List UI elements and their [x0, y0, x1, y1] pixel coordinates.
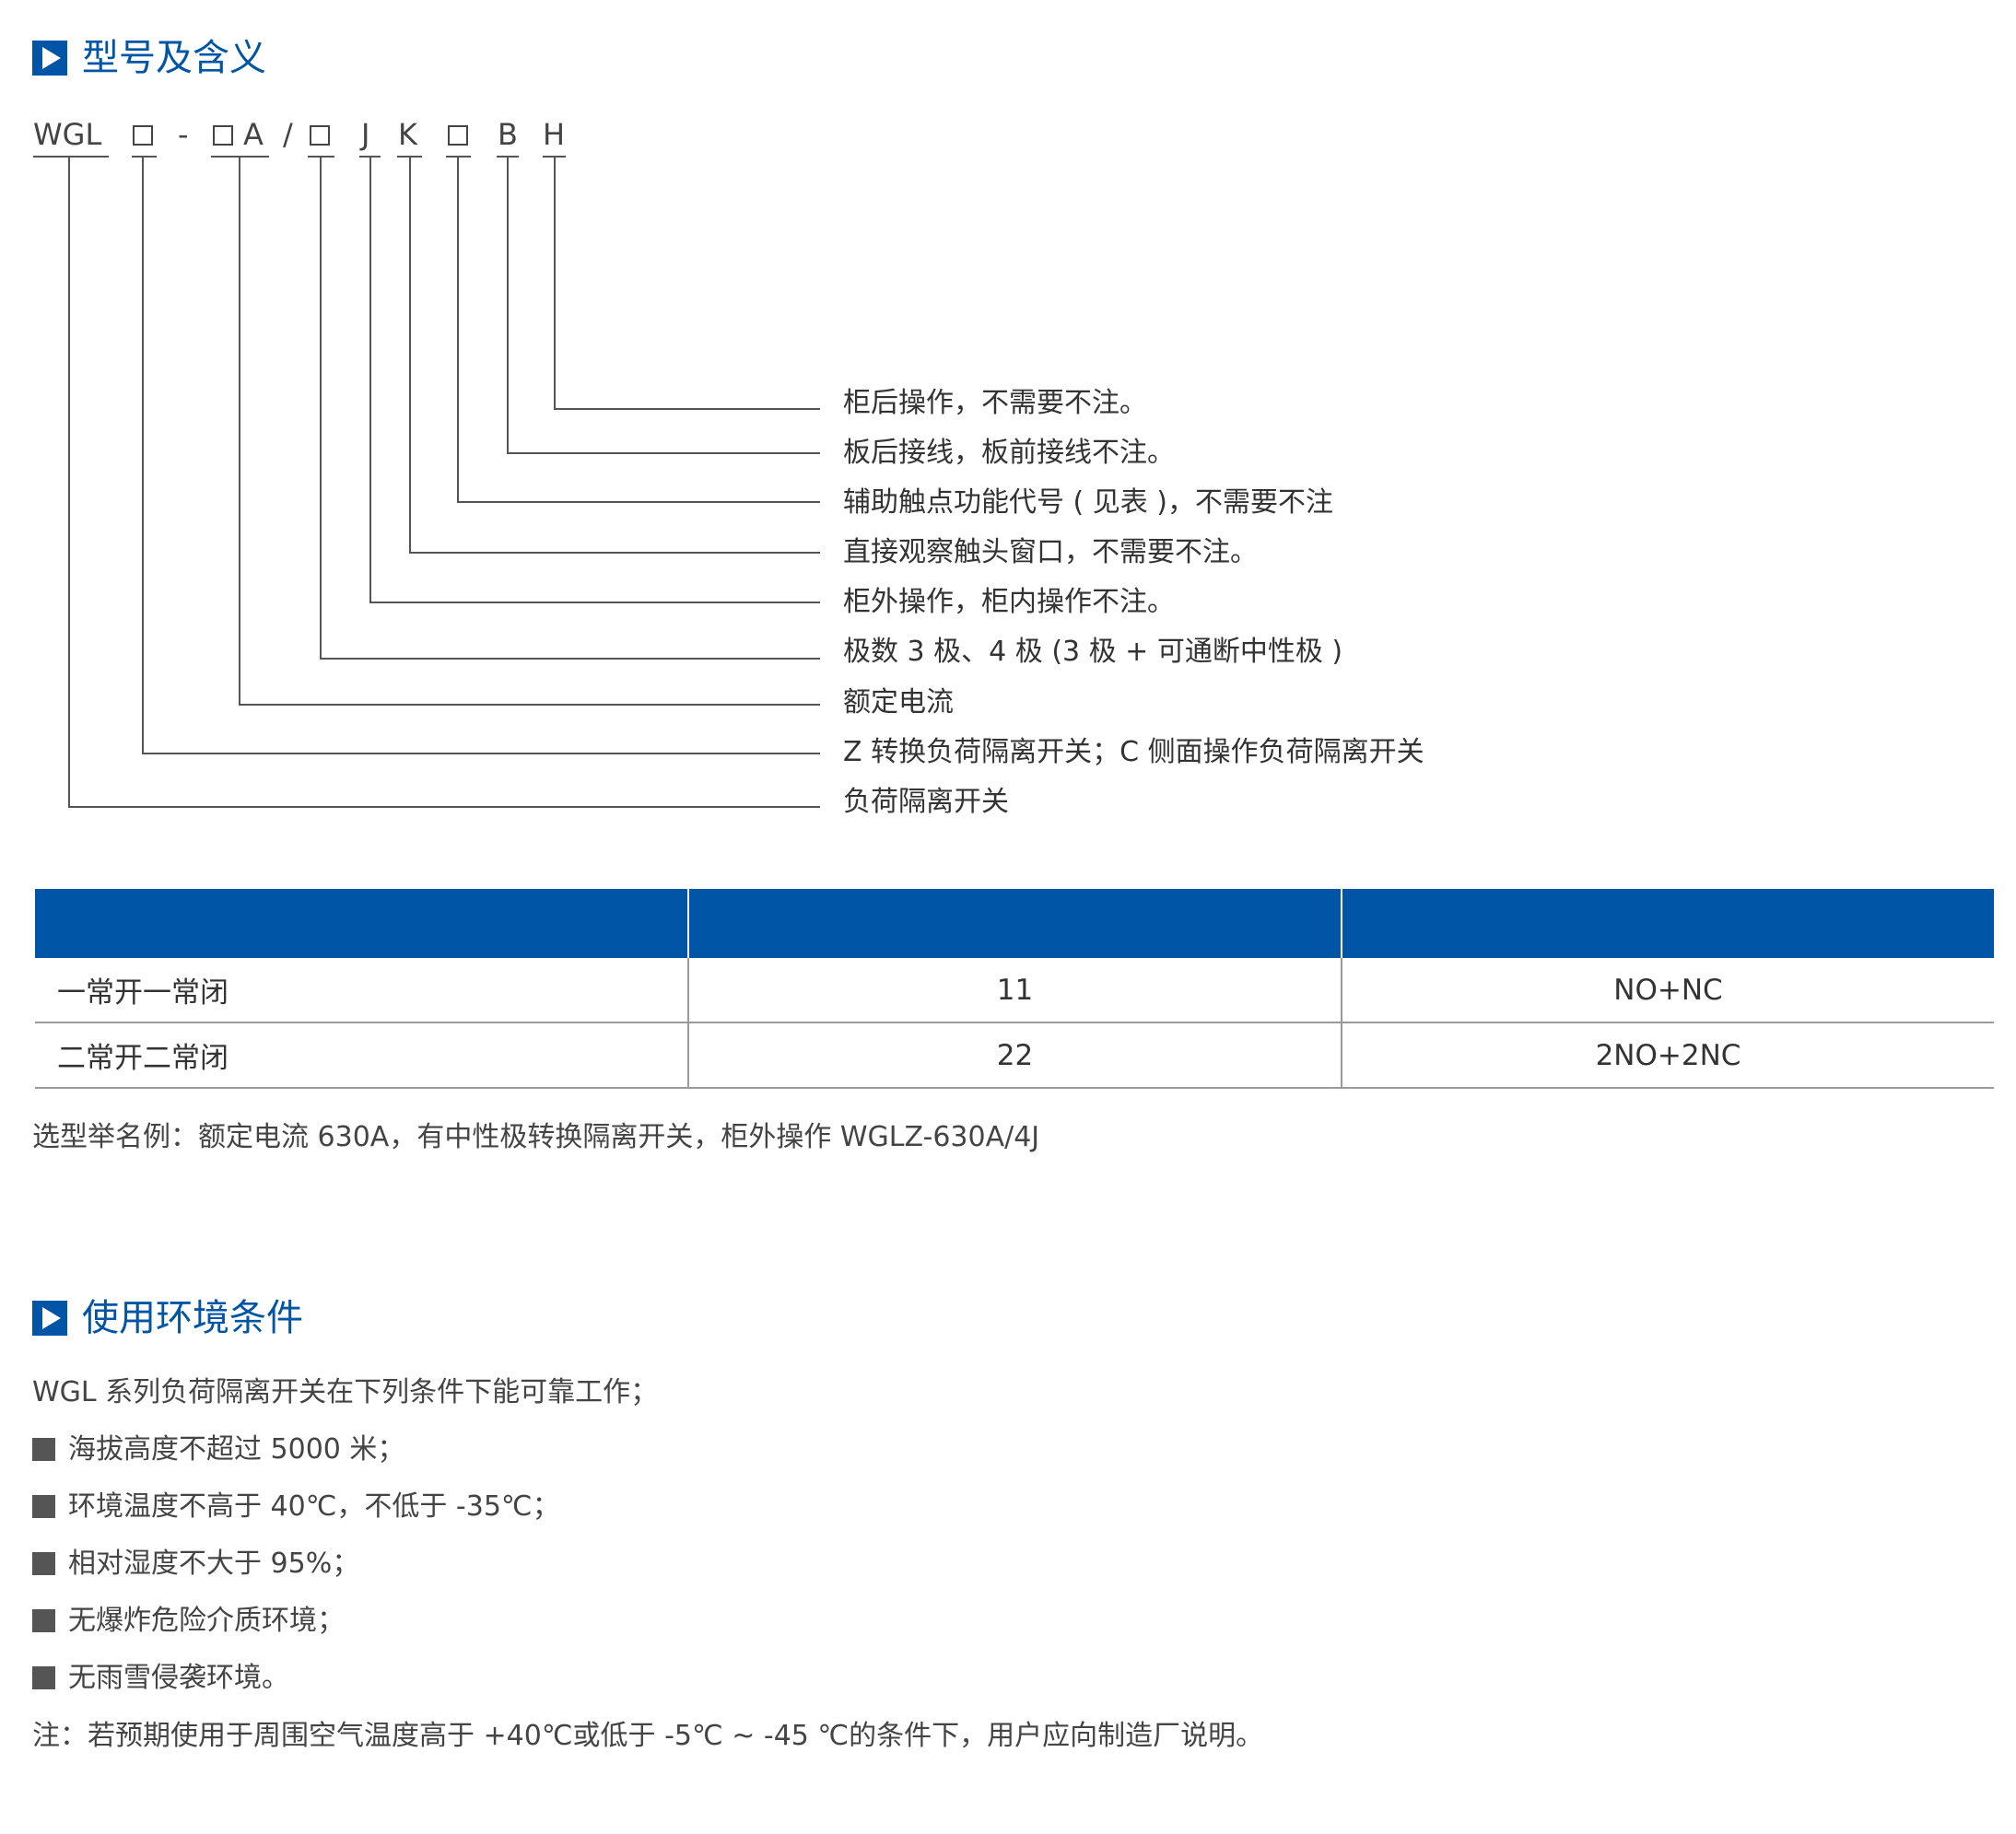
env-intro: WGL 系列负荷隔离开关在下列条件下能可靠工作； [32, 1376, 659, 1408]
env-note: 注：若预期使用于周围空气温度高于 +40℃或低于 -5℃ ~ -45 ℃的条件下… [32, 1720, 1264, 1752]
table-row: 二常开二常闭 22 2NO+2NC [35, 1022, 1994, 1089]
square-bullet-icon [32, 1438, 55, 1461]
table-header-cell [1341, 889, 1994, 958]
meaning-type: Z 转换负荷隔离开关；C 侧面操作负荷隔离开关 [843, 736, 1424, 768]
env-item: 无爆炸危险介质环境； [32, 1605, 345, 1638]
meaning-k: 直接观察触头窗口，不需要不注。 [843, 536, 1258, 568]
table-cell: 一常开一常闭 [35, 958, 688, 1023]
meaning-j: 柜外操作，柜内操作不注。 [843, 586, 1175, 618]
square-bullet-icon [32, 1609, 55, 1632]
aux-contact-table: 一常开一常闭 11 NO+NC 二常开二常闭 22 2NO+2NC [35, 889, 1994, 1089]
meaning-b: 板后接线，板前接线不注。 [843, 437, 1175, 469]
env-item: 环境温度不高于 40℃，不低于 -35℃； [32, 1490, 560, 1524]
selection-example: 选型举名例：额定电流 630A，有中性极转换隔离开关，柜外操作 WGLZ-630… [32, 1121, 1040, 1153]
table-row: 一常开一常闭 11 NO+NC [35, 958, 1994, 1023]
meaning-aux: 辅助触点功能代号 ( 见表 )，不需要不注 [843, 486, 1334, 519]
table-cell: 11 [687, 958, 1342, 1023]
env-item: 无雨雪侵袭环境。 [32, 1662, 289, 1695]
env-item: 相对湿度不大于 95%； [32, 1548, 359, 1581]
square-bullet-icon [32, 1495, 55, 1518]
square-bullet-icon [32, 1552, 55, 1575]
meaning-wgl: 负荷隔离开关 [843, 786, 1009, 818]
table-cell: 22 [687, 1022, 1342, 1089]
table-cell: NO+NC [1341, 958, 1994, 1023]
table-header-cell [35, 889, 688, 958]
meaning-current: 额定电流 [843, 686, 954, 718]
env-item: 海拔高度不超过 5000 米； [32, 1433, 404, 1466]
table-cell: 2NO+2NC [1341, 1022, 1994, 1089]
meaning-h: 柜后操作，不需要不注。 [843, 387, 1147, 419]
square-bullet-icon [32, 1666, 55, 1689]
section-header-env: 使用环境条件 [32, 1298, 303, 1338]
meaning-poles: 极数 3 极、4 极 (3 极 + 可通断中性极 ) [843, 636, 1343, 668]
table-cell: 二常开二常闭 [35, 1022, 688, 1089]
play-arrow-icon [32, 1301, 67, 1336]
section-title-env: 使用环境条件 [82, 1297, 303, 1339]
table-header-cell [687, 889, 1342, 958]
table-header-row [35, 889, 1994, 958]
